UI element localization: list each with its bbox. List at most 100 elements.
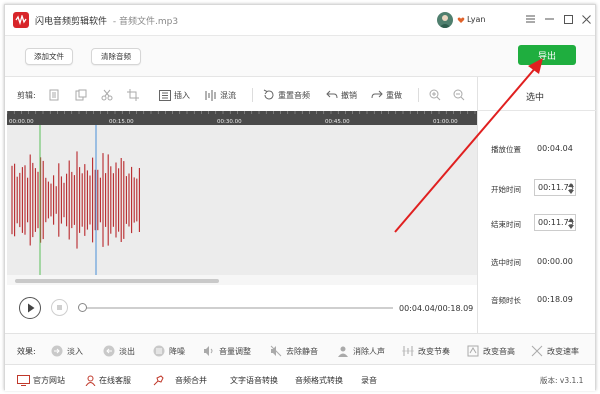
undo-button[interactable]: 撤销 bbox=[326, 87, 357, 103]
waveform-area[interactable] bbox=[7, 125, 477, 275]
selected-time-label: 选中时间 bbox=[491, 258, 521, 267]
monitor-icon bbox=[17, 374, 30, 386]
merge-icon bbox=[153, 374, 164, 385]
reset-audio-button[interactable]: 重置音频 bbox=[263, 87, 310, 103]
record-link[interactable]: 录音 bbox=[361, 373, 377, 387]
remove-vocal-button[interactable]: 消除人声 bbox=[337, 344, 385, 358]
title-bar: 闪电音频剪辑软件 - 音频文件.mp3 Lyan bbox=[5, 5, 595, 35]
undo-label: 撤销 bbox=[341, 90, 357, 100]
tempo-icon bbox=[402, 346, 414, 356]
edit-label: 剪辑: bbox=[17, 90, 36, 100]
change-pitch-button[interactable]: 改变音高 bbox=[467, 344, 515, 358]
selection-panel-title: 选中 bbox=[526, 93, 545, 103]
start-time-field[interactable]: 00:11.73 bbox=[534, 179, 576, 196]
avatar[interactable] bbox=[437, 12, 453, 28]
paste-icon[interactable] bbox=[75, 87, 90, 103]
ruler-ticks: 00:00.00 00:15.00 00:30.00 00:45.00 01:0… bbox=[7, 111, 476, 125]
end-time-field[interactable]: 00:11.73 bbox=[534, 214, 576, 231]
mix-label: 混流 bbox=[220, 90, 236, 100]
support-label: 在线客服 bbox=[99, 375, 131, 385]
decrement-icon[interactable] bbox=[568, 224, 574, 230]
volume-adjust-label: 音量调整 bbox=[219, 346, 251, 356]
fade-out-button[interactable]: 淡出 bbox=[103, 344, 135, 358]
remove-silence-label: 去除静音 bbox=[286, 346, 318, 356]
zoom-out-icon[interactable] bbox=[453, 87, 468, 103]
decrement-icon[interactable] bbox=[568, 189, 574, 195]
maximize-icon[interactable] bbox=[562, 13, 574, 25]
zoom-in-icon[interactable] bbox=[429, 87, 444, 103]
stop-button[interactable] bbox=[51, 299, 68, 316]
merge-label: 音频合并 bbox=[175, 375, 207, 385]
increment-icon[interactable] bbox=[568, 217, 574, 223]
play-button[interactable] bbox=[19, 297, 41, 319]
selection-panel-header: 选中 bbox=[478, 77, 596, 111]
insert-label: 插入 bbox=[174, 90, 190, 100]
volume-adjust-button[interactable]: 音量调整 bbox=[203, 344, 251, 358]
change-rate-button[interactable]: 改变速率 bbox=[531, 344, 579, 358]
file-name: - 音频文件.mp3 bbox=[112, 17, 179, 27]
progress-knob[interactable] bbox=[78, 303, 87, 312]
waveform bbox=[11, 125, 140, 275]
selection-panel: 选中 播放位置 00:04.04 开始时间 00:11.73 结束时间 00:1… bbox=[477, 77, 596, 333]
effects-label: 效果: bbox=[17, 347, 36, 356]
play-icon bbox=[27, 303, 34, 312]
playback-bar: 00:04.04/00:18.09 bbox=[5, 285, 477, 333]
change-rate-label: 改变速率 bbox=[547, 346, 579, 356]
format-convert-link[interactable]: 音频格式转换 bbox=[295, 373, 343, 387]
play-position-label: 播放位置 bbox=[491, 145, 521, 154]
progress-track[interactable] bbox=[83, 307, 393, 309]
change-pitch-label: 改变音高 bbox=[483, 346, 515, 356]
close-icon[interactable] bbox=[580, 13, 592, 25]
fade-out-icon bbox=[103, 345, 115, 357]
tts-link[interactable]: 文字语音转换 bbox=[230, 373, 278, 387]
bottom-bar: 官方网站 在线客服 音频合并 文字语音转换 音频格式转换 录音 版本: v3.1… bbox=[5, 365, 595, 391]
volume-icon bbox=[204, 346, 213, 356]
merge-link[interactable]: 音频合并 bbox=[153, 373, 207, 387]
toolbar-divider bbox=[252, 88, 253, 102]
timeline-ruler[interactable]: 00:00.00 00:15.00 00:30.00 00:45.00 01:0… bbox=[7, 111, 477, 125]
minimize-icon[interactable] bbox=[543, 13, 555, 25]
crop-icon[interactable] bbox=[127, 87, 142, 103]
file-bar: 添加文件 清除音频 导出 bbox=[5, 35, 595, 77]
person-icon bbox=[338, 346, 348, 357]
denoise-label: 降噪 bbox=[169, 346, 185, 356]
official-site-link[interactable]: 官方网站 bbox=[17, 373, 65, 387]
copy-icon[interactable] bbox=[49, 87, 63, 103]
mix-button[interactable]: 混流 bbox=[205, 87, 236, 103]
support-link[interactable]: 在线客服 bbox=[85, 373, 131, 387]
end-time-label: 结束时间 bbox=[491, 220, 521, 229]
app-window: 闪电音频剪辑软件 - 音频文件.mp3 Lyan 添加文件 清除音频 导出 剪辑… bbox=[4, 4, 596, 391]
increment-icon[interactable] bbox=[568, 182, 574, 188]
edit-toolbar: 剪辑: 插入 混流 重置音频 撤销 重做 bbox=[5, 77, 477, 111]
duration-value: 00:18.09 bbox=[537, 295, 573, 304]
add-file-button[interactable]: 添加文件 bbox=[25, 48, 73, 65]
menu-icon[interactable] bbox=[524, 13, 536, 25]
support-person-icon bbox=[85, 375, 96, 386]
fade-in-button[interactable]: 淡入 bbox=[51, 344, 83, 358]
clear-audio-button[interactable]: 清除音频 bbox=[91, 48, 141, 65]
scrollbar-thumb[interactable] bbox=[15, 279, 219, 283]
username[interactable]: Lyan bbox=[467, 15, 485, 24]
window-title: 闪电音频剪辑软件 - 音频文件.mp3 bbox=[35, 14, 178, 27]
fade-out-label: 淡出 bbox=[119, 346, 135, 356]
start-time-label: 开始时间 bbox=[491, 185, 521, 194]
remove-vocal-label: 消除人声 bbox=[353, 346, 385, 356]
toolbar-divider bbox=[418, 88, 419, 102]
reset-audio-label: 重置音频 bbox=[278, 90, 310, 100]
export-button[interactable]: 导出 bbox=[518, 45, 576, 65]
pitch-icon bbox=[467, 345, 479, 357]
version-label: 版本: v3.1.1 bbox=[540, 376, 584, 385]
redo-button[interactable]: 重做 bbox=[371, 87, 402, 103]
insert-button[interactable]: 插入 bbox=[159, 87, 190, 103]
vip-heart-icon bbox=[457, 17, 465, 23]
fade-in-icon bbox=[51, 345, 63, 357]
change-tempo-label: 改变节奏 bbox=[418, 346, 450, 356]
app-logo-icon bbox=[13, 12, 29, 28]
rate-icon bbox=[531, 345, 543, 357]
waveform-scrollbar[interactable] bbox=[7, 275, 477, 285]
denoise-button[interactable]: 降噪 bbox=[153, 344, 185, 358]
cut-icon[interactable] bbox=[101, 87, 116, 103]
redo-label: 重做 bbox=[386, 90, 402, 100]
change-tempo-button[interactable]: 改变节奏 bbox=[402, 344, 450, 358]
remove-silence-button[interactable]: 去除静音 bbox=[270, 344, 318, 358]
